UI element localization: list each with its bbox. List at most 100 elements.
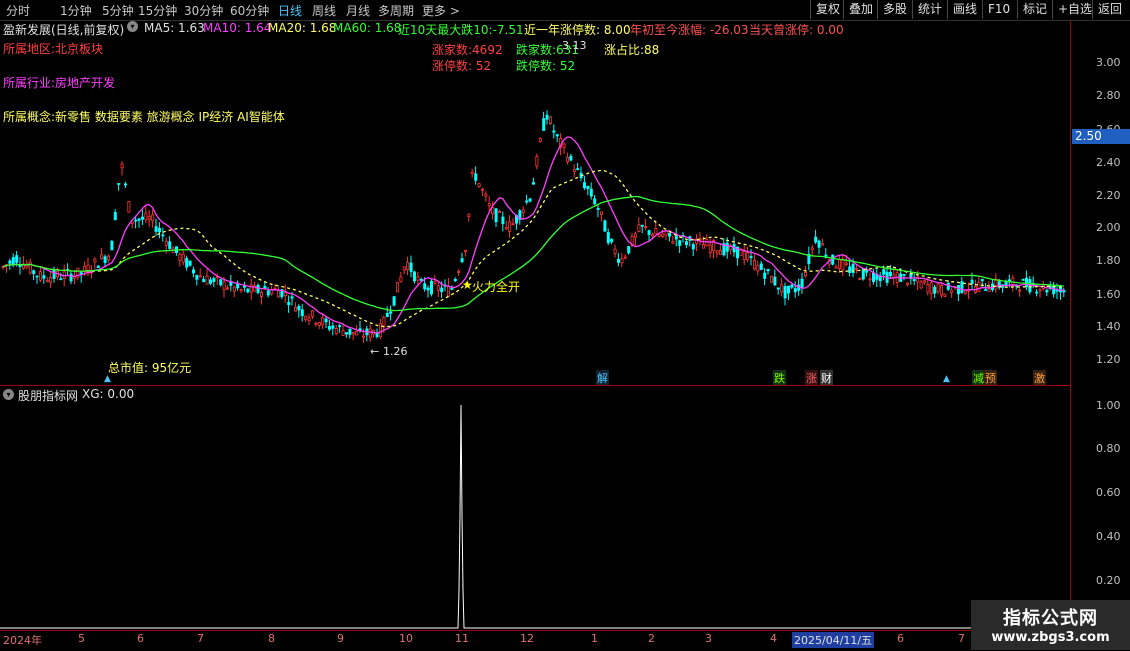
stock-title[interactable]: 盈新发展(日线,前复权) xyxy=(3,21,124,38)
candle-body xyxy=(338,325,342,328)
pane-divider[interactable] xyxy=(0,385,1070,386)
tab-multi-period[interactable]: 多周期 xyxy=(378,2,414,19)
candle-body xyxy=(460,258,464,263)
draw-line-button[interactable]: 画线 xyxy=(947,0,982,19)
region-label: 所属地区:北京板块 xyxy=(3,42,104,56)
time-tick: 3 xyxy=(705,632,712,645)
candle-body xyxy=(521,209,525,213)
indicator-settings-icon[interactable]: ▾ xyxy=(3,387,17,401)
candle-body xyxy=(800,278,804,288)
tab-30min[interactable]: 30分钟 xyxy=(184,2,223,19)
candle-body xyxy=(103,256,107,264)
f10-button[interactable]: F10 xyxy=(982,0,1015,19)
candle-body xyxy=(657,234,661,237)
candle-body xyxy=(858,278,862,280)
candle-body xyxy=(378,323,382,338)
event-marker[interactable]: 涨 xyxy=(805,370,818,386)
candle-body xyxy=(793,288,797,293)
tab-more[interactable]: 更多 > xyxy=(422,2,460,19)
candle-body xyxy=(219,279,223,286)
adjust-button[interactable]: 复权 xyxy=(810,0,845,19)
candle-body xyxy=(1035,291,1039,294)
tab-daily[interactable]: 日线 xyxy=(278,2,302,19)
candle-body xyxy=(814,236,818,243)
tab-monthly[interactable]: 月线 xyxy=(346,2,370,19)
mark-button[interactable]: 标记 xyxy=(1017,0,1052,19)
tab-5min[interactable]: 5分钟 xyxy=(102,2,134,19)
candle-body xyxy=(600,211,604,215)
candle-body xyxy=(549,116,553,124)
candle-body xyxy=(508,221,512,232)
candle-body xyxy=(266,290,270,296)
candle-body xyxy=(1045,289,1049,293)
multi-stock-button[interactable]: 多股 xyxy=(877,0,912,19)
event-marker[interactable]: 解 xyxy=(596,370,609,386)
tab-weekly[interactable]: 周线 xyxy=(312,2,336,19)
indicator-chart[interactable] xyxy=(0,400,1070,630)
watermark-title: 指标公式网 xyxy=(1003,608,1098,629)
candle-body xyxy=(576,168,580,171)
candle-body xyxy=(259,292,263,297)
time-tick: 1 xyxy=(591,632,598,645)
candle-body xyxy=(188,260,192,266)
candle-body xyxy=(776,287,780,290)
candle-body xyxy=(283,291,287,296)
candle-body xyxy=(555,134,559,137)
candle-body xyxy=(1062,290,1066,293)
candle-body xyxy=(834,266,838,269)
event-marker[interactable]: 激 xyxy=(1033,370,1046,386)
candle-body xyxy=(494,208,498,223)
candle-body xyxy=(270,289,274,295)
concept-label: 所属概念:新零售 数据要素 旅游概念 IP经济 AI智能体 xyxy=(3,110,285,124)
candle-body xyxy=(855,267,859,270)
candle-body xyxy=(872,272,876,282)
candle-body xyxy=(501,216,505,225)
candle-body xyxy=(572,168,576,172)
back-button[interactable]: 返回 xyxy=(1092,0,1127,19)
event-triangle-icon[interactable]: ▲ xyxy=(103,374,112,384)
tab-intraday[interactable]: 分时 xyxy=(6,2,30,19)
candle-body xyxy=(586,186,590,190)
event-triangle-icon[interactable]: ▲ xyxy=(942,374,951,384)
candle-body xyxy=(446,285,450,297)
tab-15min[interactable]: 15分钟 xyxy=(138,2,177,19)
stats-button[interactable]: 统计 xyxy=(912,0,947,19)
candle-body xyxy=(725,242,729,252)
candle-body xyxy=(484,193,488,197)
candle-body xyxy=(331,325,335,329)
candle-body xyxy=(395,282,399,293)
candle-body xyxy=(708,244,712,253)
event-marker[interactable]: 预 xyxy=(984,370,997,386)
candle-body xyxy=(178,253,182,261)
tab-1min[interactable]: 1分钟 xyxy=(60,2,92,19)
market-cap-label: 总市值: 95亿元 xyxy=(108,361,192,375)
watermark-url: www.zbgs3.com xyxy=(991,630,1110,645)
time-tick: 8 xyxy=(268,632,275,645)
candle-body xyxy=(678,240,682,246)
event-marker[interactable]: 财 xyxy=(820,370,833,386)
kline-chart[interactable] xyxy=(0,38,1070,384)
candle-body xyxy=(780,284,784,293)
peak-price-label: 3.13 xyxy=(562,39,587,52)
candle-body xyxy=(1038,289,1042,292)
add-watchlist-button[interactable]: +自选 xyxy=(1052,0,1097,19)
event-marker[interactable]: 跌 xyxy=(773,370,786,386)
tab-60min[interactable]: 60分钟 xyxy=(230,2,269,19)
cursor-date: 2025/04/11/五 xyxy=(792,632,875,648)
overlay-button[interactable]: 叠加 xyxy=(843,0,878,19)
candle-body xyxy=(317,322,321,326)
candle-body xyxy=(202,278,206,283)
time-tick: 2 xyxy=(648,632,655,645)
industry-label: 所属行业:房地产开发 xyxy=(3,76,116,90)
candle-body xyxy=(181,253,185,263)
candle-body xyxy=(355,330,359,336)
indicator-tick: 0.80 xyxy=(1096,442,1121,455)
time-axis: 2024年 5 6 7 8 9 10 11 12 1 2 3 4 6 7 202… xyxy=(0,630,1070,651)
candle-body xyxy=(892,274,896,278)
low-price-label: 1.26 xyxy=(383,345,408,358)
price-tick: 2.20 xyxy=(1096,189,1121,202)
candle-body xyxy=(804,272,808,277)
candle-body xyxy=(287,302,291,305)
indicator-tick: 0.40 xyxy=(1096,530,1121,543)
candle-body xyxy=(15,255,19,263)
